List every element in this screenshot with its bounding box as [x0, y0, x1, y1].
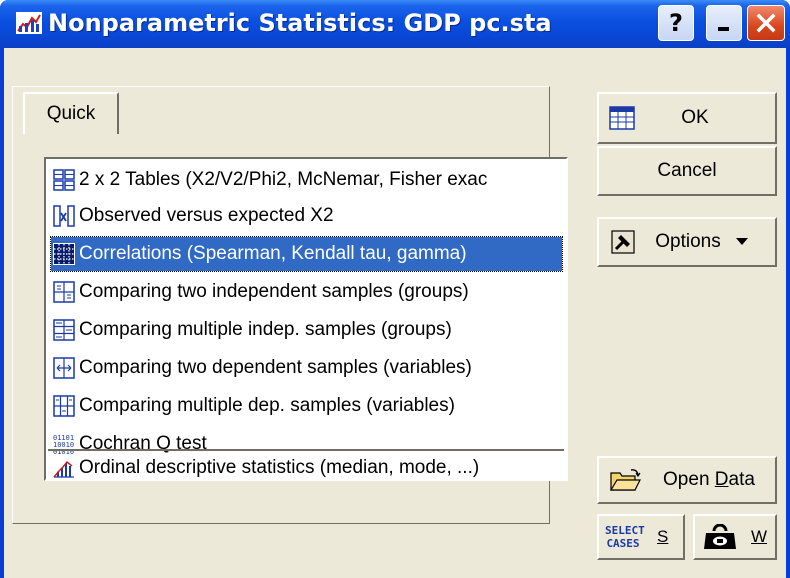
list-item[interactable]: Ordinal descriptive statistics (median, …	[51, 451, 562, 479]
ok-button[interactable]: OK	[597, 92, 777, 144]
open-folder-icon	[609, 469, 641, 491]
close-icon	[756, 13, 776, 33]
list-item-label: Ordinal descriptive statistics (median, …	[79, 457, 480, 478]
two-dependent-icon	[53, 357, 75, 379]
ok-button-label: OK	[681, 107, 709, 128]
select-cases-hotkey: S	[657, 527, 669, 546]
minimize-icon	[718, 27, 729, 31]
close-button[interactable]	[747, 5, 785, 41]
list-item-label: Comparing multiple indep. samples (group…	[79, 319, 452, 340]
cancel-button[interactable]: Cancel	[597, 146, 777, 196]
list-item-label: Comparing multiple dep. samples (variabl…	[79, 395, 455, 416]
open-data-button[interactable]: Open Data	[597, 456, 777, 504]
list-item-label: Observed versus expected X2	[79, 205, 334, 226]
title-bar[interactable]: Nonparametric Statistics: GDP pc.sta ?	[0, 0, 790, 48]
grid-2x2-icon	[53, 169, 75, 191]
dialog-window: Nonparametric Statistics: GDP pc.sta ? Q…	[0, 0, 790, 578]
select-cases-line1: SELECT	[605, 524, 645, 537]
multiple-independent-icon	[53, 319, 75, 341]
list-item-label: Comparing two dependent samples (variabl…	[79, 357, 472, 378]
hammer-icon	[611, 230, 635, 254]
list-item[interactable]: Comparing multiple dep. samples (variabl…	[51, 389, 562, 423]
open-data-label-suffix: ata	[728, 469, 755, 490]
minimize-button[interactable]	[706, 5, 742, 41]
cancel-button-label: Cancel	[657, 160, 717, 181]
weight-button[interactable]: W	[693, 514, 777, 560]
weight-hotkey: W	[751, 527, 768, 546]
weight-icon	[704, 524, 736, 549]
list-item-label: Correlations (Spearman, Kendall tau, gam…	[79, 243, 467, 264]
multiple-dependent-icon	[53, 395, 75, 417]
select-cases-icon: SELECT CASES	[605, 524, 645, 550]
list-item[interactable]: Comparing two independent samples (group…	[51, 275, 562, 309]
observed-expected-icon	[53, 205, 75, 227]
tab-quick-label: Quick	[46, 103, 96, 124]
list-item[interactable]: Observed versus expected X2	[51, 199, 562, 233]
list-item-label: 2 x 2 Tables (X2/V2/Phi2, McNemar, Fishe…	[79, 169, 488, 190]
select-cases-button[interactable]: SELECT CASES S	[597, 514, 685, 560]
histogram-icon	[53, 460, 74, 478]
window-title: Nonparametric Statistics: GDP pc.sta	[48, 9, 552, 37]
options-button[interactable]: Options	[597, 217, 777, 267]
list-item[interactable]: Comparing two dependent samples (variabl…	[51, 351, 562, 385]
list-item[interactable]: 2 x 2 Tables (X2/V2/Phi2, McNemar, Fishe…	[51, 163, 562, 197]
correlation-matrix-icon	[53, 243, 75, 265]
tab-quick[interactable]: Quick	[23, 92, 119, 134]
options-button-label: Options	[655, 231, 721, 252]
open-data-label-prefix: Open	[663, 469, 715, 490]
open-data-hotkey: D	[714, 469, 729, 490]
open-data-button-label: Open Data	[663, 469, 755, 491]
statistics-app-icon	[16, 12, 42, 34]
analysis-list[interactable]: 2 x 2 Tables (X2/V2/Phi2, McNemar, Fishe…	[44, 157, 568, 481]
help-button[interactable]: ?	[658, 5, 694, 41]
help-icon: ?	[669, 9, 683, 37]
list-item[interactable]: Correlations (Spearman, Kendall tau, gam…	[50, 236, 563, 272]
dropdown-arrow-icon	[735, 238, 748, 245]
list-item-label: Comparing two independent samples (group…	[79, 281, 469, 302]
spreadsheet-icon	[609, 106, 635, 130]
list-item[interactable]: Comparing multiple indep. samples (group…	[51, 313, 562, 347]
select-cases-line2: CASES	[606, 537, 640, 550]
two-independent-icon	[53, 281, 75, 303]
